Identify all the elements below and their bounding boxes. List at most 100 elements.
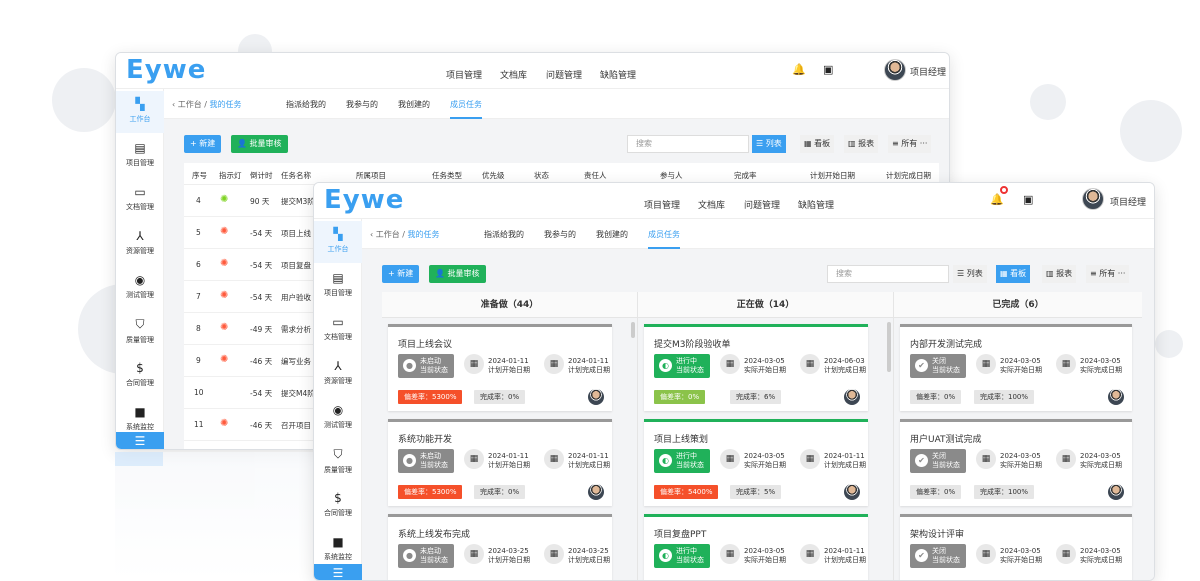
target-icon: ◉ <box>134 273 146 287</box>
task-card[interactable]: 架构设计评审 ✔ 关闭 当前状态 ▦ 2024-03-05 实际开始日期 ▦ 2024-0… <box>900 514 1132 580</box>
avatar[interactable] <box>588 484 604 500</box>
batch-review-button[interactable]: 👤 批量审核 <box>429 265 486 283</box>
status-badge: ✔ 关闭 当前状态 <box>910 449 966 473</box>
nav-docs[interactable]: 文档库 <box>698 198 725 211</box>
nav-defects[interactable]: 缺陷管理 <box>798 198 834 211</box>
bulb-icon: ✺ <box>220 194 229 205</box>
calendar-icon: ▦ <box>1056 544 1076 564</box>
sidebar-item-workbench[interactable]: ▚ 工作台 <box>314 221 362 263</box>
nav-docs[interactable]: 文档库 <box>500 68 527 81</box>
brand-logo[interactable]: Eywe <box>126 55 206 85</box>
tab-members[interactable]: 成员任务 <box>450 99 482 119</box>
avatar[interactable] <box>1082 188 1104 210</box>
sidebar-item-quality[interactable]: ⛉ 质量管理 <box>314 441 362 483</box>
tab-participating[interactable]: 我参与的 <box>346 99 378 110</box>
calendar-icon: ▦ <box>464 354 484 374</box>
user-name[interactable]: 项目经理 <box>1110 195 1146 208</box>
task-card[interactable]: 项目上线策划 ◐ 进行中 当前状态 ▦ 2024-03-05 实际开始日期 ▦ 2024-… <box>644 419 868 506</box>
clipboard-icon: ▤ <box>134 141 146 155</box>
user-name[interactable]: 项目经理 <box>910 65 946 78</box>
decor-circle <box>1030 84 1066 120</box>
new-button[interactable]: + 新建 <box>382 265 420 283</box>
task-card[interactable]: 项目复盘PPT ◐ 进行中 当前状态 ▦ 2024-03-05 实际开始日期 ▦ 2024… <box>644 514 868 580</box>
tab-created[interactable]: 我创建的 <box>596 229 628 240</box>
tab-assigned[interactable]: 指派给我的 <box>286 99 326 110</box>
col-no: 序号 <box>192 171 207 180</box>
calendar-icon[interactable]: ▣ <box>823 63 833 76</box>
nav-defects[interactable]: 缺陷管理 <box>600 68 636 81</box>
search-input[interactable]: 搜索 <box>827 265 949 283</box>
avatar[interactable] <box>588 389 604 405</box>
new-button[interactable]: + 新建 <box>184 135 222 153</box>
sidebar-item-workbench[interactable]: ▚ 工作台 <box>116 91 164 133</box>
sidebar-item-resources[interactable]: ⅄ 资源管理 <box>314 353 362 395</box>
tab-assigned[interactable]: 指派给我的 <box>484 229 524 240</box>
col-type: 任务类型 <box>432 171 462 180</box>
batch-review-button[interactable]: 👤 批量审核 <box>231 135 288 153</box>
board-view-window: Eywe 项目管理 文档库 问题管理 缺陷管理 🔔 ▣ 项目经理 ▚ 工作台 ▤ 项… <box>313 182 1155 581</box>
calendar-icon[interactable]: ▣ <box>1023 193 1033 206</box>
decor-circle <box>1120 100 1182 162</box>
task-card[interactable]: 内部开发测试完成 ✔ 关闭 当前状态 ▦ 2024-03-05 实际开始日期 ▦ 2024… <box>900 324 1132 411</box>
nav-issues[interactable]: 问题管理 <box>546 68 582 81</box>
view-all-button[interactable]: ≡ 所有 ··· <box>1086 265 1130 283</box>
avatar[interactable] <box>1108 389 1124 405</box>
bell-icon[interactable]: 🔔 <box>990 193 1004 206</box>
bell-icon[interactable]: 🔔 <box>792 63 806 76</box>
status-badge: ● 未启动 当前状态 <box>398 544 454 568</box>
sidebar-item-contract[interactable]: $ 合同管理 <box>314 485 362 527</box>
sidebar-item-docs[interactable]: ▭ 文档管理 <box>314 309 362 351</box>
avatar[interactable] <box>1108 484 1124 500</box>
view-list-button[interactable]: ☰ 列表 <box>953 265 987 283</box>
avatar[interactable] <box>844 389 860 405</box>
task-card[interactable]: 系统上线发布完成 ● 未启动 当前状态 ▦ 2024-03-25 计划开始日期 ▦ 202… <box>388 514 612 580</box>
scrollbar[interactable] <box>887 322 891 372</box>
view-report-button[interactable]: ▥ 报表 <box>1042 265 1077 283</box>
calendar-icon: ▦ <box>720 449 740 469</box>
search-input[interactable]: 搜索 <box>627 135 749 153</box>
scrollbar[interactable] <box>631 322 635 338</box>
task-card[interactable]: 项目上线会议 ● 未启动 当前状态 ▦ 2024-01-11 计划开始日期 ▦ 2024-… <box>388 324 612 411</box>
sidebar-item-testing[interactable]: ◉ 测试管理 <box>116 267 164 309</box>
avatar[interactable] <box>844 484 860 500</box>
date-start: ▦ 2024-03-05 实际开始日期 <box>720 449 786 470</box>
sidebar-collapse[interactable]: ☰ <box>116 432 164 449</box>
view-report-button[interactable]: ▥ 报表 <box>844 135 879 153</box>
nav-project[interactable]: 项目管理 <box>644 198 680 211</box>
brand-logo[interactable]: Eywe <box>324 185 404 215</box>
user-check-icon: 👤 <box>237 139 250 148</box>
folder-icon: ▭ <box>134 185 146 199</box>
sidebar-item-quality[interactable]: ⛉ 质量管理 <box>116 311 164 353</box>
task-card[interactable]: 系统功能开发 ● 未启动 当前状态 ▦ 2024-01-11 计划开始日期 ▦ 2024-… <box>388 419 612 506</box>
sidebar: ▚ 工作台 ▤ 项目管理 ▭ 文档管理 ⅄ 资源管理 ◉ 测试管理 ⛉ 质量管理 $ 合同管理… <box>116 89 164 449</box>
sidebar-item-project[interactable]: ▤ 项目管理 <box>116 135 164 177</box>
sidebar-item-resources[interactable]: ⅄ 资源管理 <box>116 223 164 265</box>
tab-created[interactable]: 我创建的 <box>398 99 430 110</box>
network-icon: ⅄ <box>136 229 144 243</box>
task-card[interactable]: 提交M3阶段验收单 ◐ 进行中 当前状态 ▦ 2024-03-05 实际开始日期 ▦ 20… <box>644 324 868 411</box>
task-card[interactable]: 用户UAT测试完成 ✔ 关闭 当前状态 ▦ 2024-03-05 实际开始日期 ▦ 202… <box>900 419 1132 506</box>
view-board-button[interactable]: ▦ 看板 <box>800 135 835 153</box>
sidebar-item-contract[interactable]: $ 合同管理 <box>116 355 164 397</box>
tab-members[interactable]: 成员任务 <box>648 229 680 249</box>
camera-icon: ■ <box>134 405 146 419</box>
calendar-icon: ▦ <box>976 354 996 374</box>
column-done: 内部开发测试完成 ✔ 关闭 当前状态 ▦ 2024-03-05 实际开始日期 ▦ 2024… <box>894 318 1142 580</box>
view-board-button[interactable]: ▦ 看板 <box>996 265 1031 283</box>
view-all-button[interactable]: ≡ 所有 ··· <box>888 135 932 153</box>
nav-project[interactable]: 项目管理 <box>446 68 482 81</box>
date-end: ▦ 2024-01-11 计划完成日期 <box>800 544 866 565</box>
sidebar-item-docs[interactable]: ▭ 文档管理 <box>116 179 164 221</box>
nav-issues[interactable]: 问题管理 <box>744 198 780 211</box>
col-light: 指示灯 <box>219 171 242 180</box>
date-start: ▦ 2024-03-05 实际开始日期 <box>720 354 786 375</box>
tab-participating[interactable]: 我参与的 <box>544 229 576 240</box>
status-badge: ● 未启动 当前状态 <box>398 449 454 473</box>
avatar[interactable] <box>884 59 906 81</box>
sidebar-collapse[interactable]: ☰ <box>314 564 362 580</box>
sidebar-item-testing[interactable]: ◉ 测试管理 <box>314 397 362 439</box>
camera-icon: ■ <box>332 535 344 549</box>
calendar-icon: ▦ <box>976 449 996 469</box>
sidebar-item-project[interactable]: ▤ 项目管理 <box>314 265 362 307</box>
view-list-button[interactable]: ☰ 列表 <box>752 135 786 153</box>
